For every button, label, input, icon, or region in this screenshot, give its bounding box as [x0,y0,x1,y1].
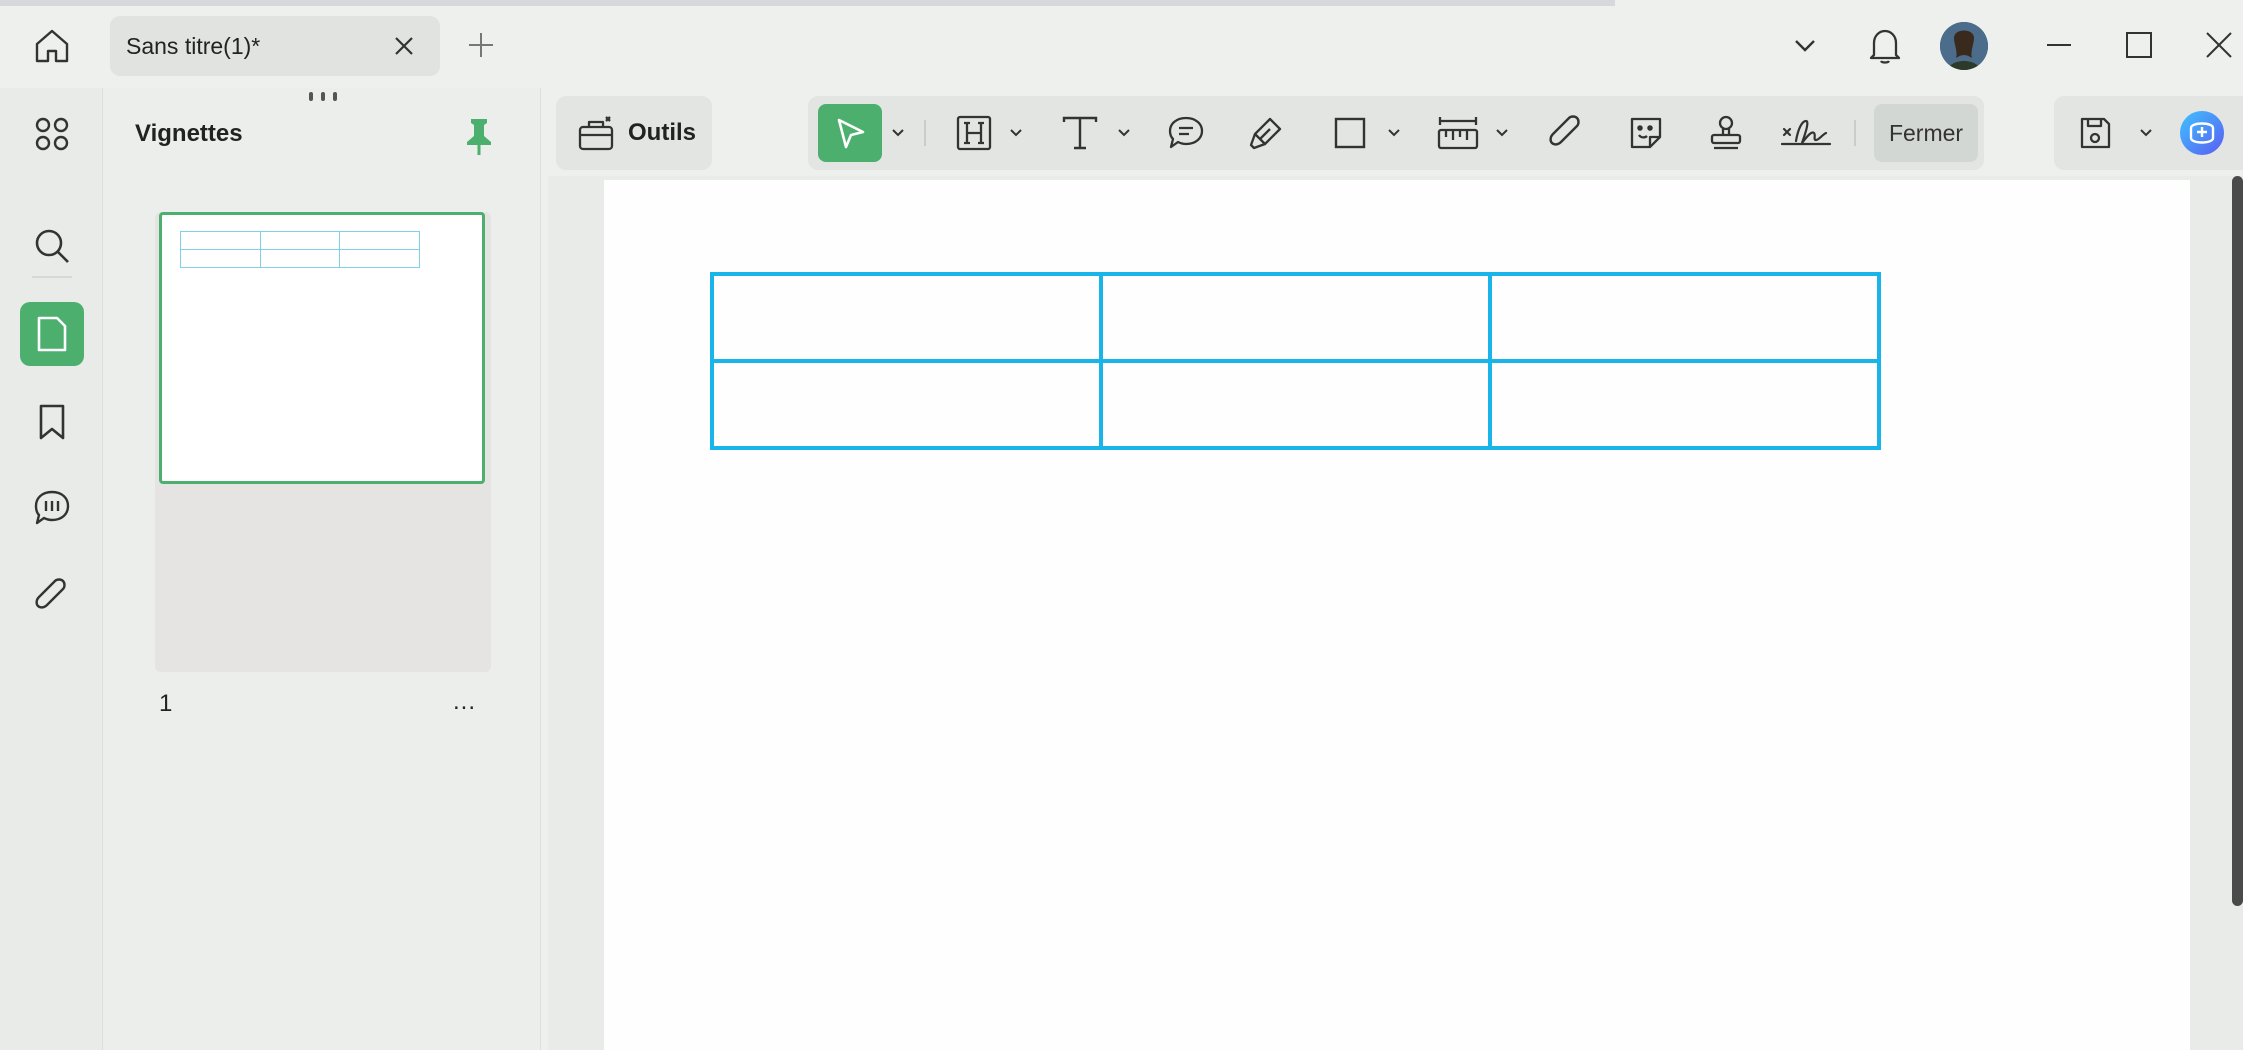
avatar-image [1940,22,1988,70]
shape-tool-button[interactable] [1322,96,1378,170]
thumbnail-table-preview [180,231,420,268]
heading-tool-dropdown[interactable] [1004,96,1028,170]
tools-button[interactable]: Outils [556,96,712,170]
chevron-down-icon [2140,129,2152,137]
heading-tool-button[interactable] [946,96,1002,170]
search-icon [35,229,69,263]
table-cell[interactable] [1488,272,1881,363]
text-tool-button[interactable] [1052,96,1108,170]
tab-title: Sans titre(1)* [126,32,261,59]
user-avatar[interactable] [1940,22,1988,70]
rail-item-bookmarks[interactable] [20,390,84,454]
save-dropdown[interactable] [2134,96,2158,170]
measure-tool-button[interactable] [1428,96,1488,170]
signature-tool-button[interactable] [1776,96,1836,170]
document-table[interactable] [710,272,1881,450]
chevron-down-icon [1118,129,1130,137]
document-page[interactable] [604,180,2190,1050]
rail-item-comments[interactable] [20,476,84,540]
maximize-icon [2126,32,2152,58]
rail-item-apps[interactable] [20,102,84,166]
notifications-button[interactable] [1862,22,1908,68]
highlighter-tool-button[interactable] [1238,96,1294,170]
table-cell[interactable] [1488,359,1881,450]
home-icon [35,29,69,63]
stamp-icon [1710,115,1742,150]
new-tab-plus-icon[interactable] [466,30,496,60]
ai-assistant-icon [2180,111,2224,155]
document-viewport [548,176,2243,1050]
maximize-button[interactable] [2116,22,2162,68]
minimize-button[interactable] [2036,22,2082,68]
tabs-dropdown-button[interactable] [1782,22,1828,68]
comment-tool-button[interactable] [1158,96,1214,170]
measure-tool-dropdown[interactable] [1490,96,1514,170]
save-button[interactable] [2070,96,2120,170]
close-icon [2206,32,2232,58]
close-tools-button[interactable]: Fermer [1874,104,1978,162]
chevron-down-icon [892,129,904,137]
panel-title: Vignettes [135,120,243,147]
table-cell[interactable] [710,272,1103,363]
rail-item-search[interactable] [20,214,84,278]
select-arrow-icon [837,118,865,149]
toolbar-divider [1854,120,1856,146]
page-thumbnail-icon [37,316,67,352]
table-cell[interactable] [1099,272,1492,363]
toolbox-icon [578,116,614,151]
pin-icon[interactable] [461,116,497,156]
tools-label: Outils [628,119,697,146]
text-icon [1062,116,1098,150]
thumbnails-panel: Vignettes 1 ... [103,88,541,1050]
close-window-button[interactable] [2196,22,2242,68]
chevron-down-icon [1388,129,1400,137]
apps-grid-icon [35,117,69,151]
comment-icon [1168,116,1204,149]
chevron-down-icon [1496,129,1508,137]
sticker-icon [1630,117,1662,149]
comments-icon [34,490,70,525]
paperclip-icon [1549,115,1580,146]
table-cell[interactable] [1099,359,1492,450]
select-tool-dropdown[interactable] [886,96,910,170]
shape-tool-dropdown[interactable] [1382,96,1406,170]
sticker-tool-button[interactable] [1618,96,1674,170]
heading-icon [956,115,992,151]
page-number: 1 [159,690,173,717]
page-thumbnail-container [155,212,491,672]
select-tool-button[interactable] [818,104,882,162]
close-icon[interactable] [390,32,418,60]
rectangle-icon [1334,117,1366,149]
rail-item-thumbnails[interactable] [20,302,84,366]
page-thumbnail[interactable] [159,212,485,484]
title-bar: Sans titre(1)* [0,0,2243,88]
page-more-options-button[interactable]: ... [453,688,476,716]
paperclip-icon [35,578,66,609]
save-group [2054,96,2243,170]
ai-assistant-button[interactable] [2172,96,2232,170]
text-tool-dropdown[interactable] [1112,96,1136,170]
stamp-tool-button[interactable] [1698,96,1754,170]
save-icon [2080,117,2111,149]
home-button[interactable] [24,22,80,70]
highlighter-icon [1249,117,1282,150]
measure-icon [1437,117,1479,150]
toolbar-divider [924,120,926,146]
vertical-scrollbar[interactable] [2232,176,2243,906]
bookmark-icon [39,404,65,440]
chevron-down-icon [1795,40,1815,52]
panel-resize-grip[interactable] [303,92,343,104]
signature-icon [1780,119,1832,146]
annotation-toolbar: Fermer [808,96,1984,170]
attachment-tool-button[interactable] [1538,96,1594,170]
table-cell[interactable] [710,359,1103,450]
bell-icon [1869,29,1901,64]
rail-item-attachments[interactable] [20,564,84,628]
document-tab[interactable]: Sans titre(1)* [110,16,440,76]
minimize-icon [2047,44,2071,46]
chevron-down-icon [1010,129,1022,137]
left-rail [0,88,103,1050]
